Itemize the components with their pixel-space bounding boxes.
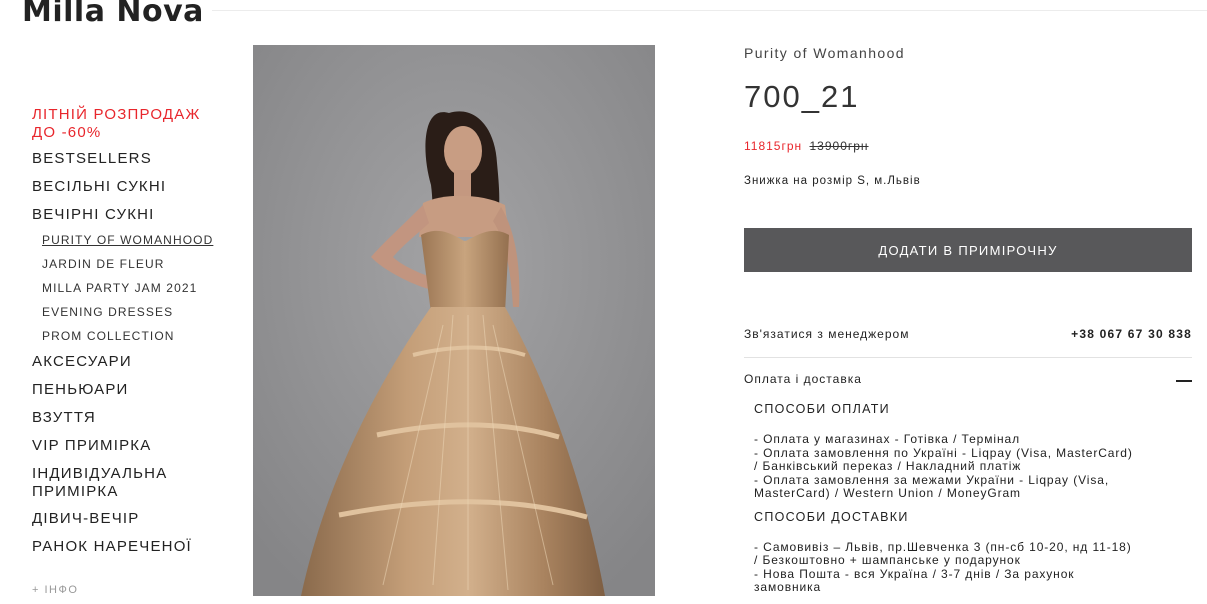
sidebar-subitem-prom-collection[interactable]: PROM COLLECTION: [42, 329, 232, 343]
delivery-methods-text: - Самовивіз – Львів, пр.Шевченка 3 (пн-с…: [754, 539, 1132, 594]
payment-delivery-accordion-header[interactable]: Оплата і доставка: [744, 372, 1192, 386]
sidebar-subitem-purity-of-womanhood[interactable]: PURITY OF WOMANHOOD: [42, 233, 232, 247]
sidebar-subitem-evening-collection[interactable]: EVENING DRESSES: [42, 305, 232, 319]
accordion-title: Оплата і доставка: [744, 372, 862, 386]
discount-note: Знижка на розмір S, м.Львів: [744, 175, 921, 187]
header-divider: [212, 10, 1207, 11]
product-model-title: 700_21: [744, 79, 860, 114]
payment-methods-text: - Оплата у магазинах - Готівка / Терміна…: [754, 432, 1133, 500]
sidebar-item-wedding-dresses[interactable]: ВЕСІЛЬНІ СУКНІ: [32, 178, 232, 196]
sidebar-item-evening-dresses[interactable]: ВЕЧІРНІ СУКНІ: [32, 206, 232, 224]
delivery-methods-heading: СПОСОБИ ДОСТАВКИ: [754, 509, 909, 524]
sidebar-item-individual-fitting[interactable]: ІНДИВІДУАЛЬНА ПРИМІРКА: [32, 465, 192, 501]
contact-manager-row[interactable]: Зв'язатися з менеджером +38 067 67 30 83…: [744, 327, 1192, 341]
phone-number[interactable]: +38 067 67 30 838: [1071, 327, 1192, 341]
add-to-fitting-button[interactable]: ДОДАТИ В ПРИМІРОЧНУ: [744, 228, 1192, 272]
sidebar-subitem-milla-party-jam[interactable]: MILLA PARTY JAM 2021: [42, 281, 232, 295]
brand-logo[interactable]: Milla Nova: [22, 0, 204, 29]
sidebar-item-summer-sale[interactable]: ЛІТНІЙ РОЗПРОДАЖ ДО -60%: [32, 106, 212, 142]
collection-name[interactable]: Purity of Womanhood: [744, 45, 1192, 61]
contact-manager-label[interactable]: Зв'язатися з менеджером: [744, 327, 909, 341]
sidebar-item-shoes[interactable]: ВЗУТТЯ: [32, 409, 232, 427]
payment-methods-heading: СПОСОБИ ОПЛАТИ: [754, 402, 890, 416]
divider: [744, 357, 1192, 358]
sidebar-item-accessories[interactable]: АКСЕСУАРИ: [32, 353, 232, 371]
info-toggle-link[interactable]: + ІНФО: [32, 584, 78, 596]
dress-illustration: [253, 45, 655, 596]
sidebar-item-vip-fitting[interactable]: VIP ПРИМІРКА: [32, 437, 232, 455]
sidebar-subitem-jardin-de-fleur[interactable]: JARDIN DE FLEUR: [42, 257, 232, 271]
sidebar-item-bride-morning[interactable]: РАНОК НАРЕЧЕНОЇ: [32, 538, 232, 556]
product-details: Purity of Womanhood 700_21 11815грн 1390…: [744, 45, 1192, 594]
payment-delivery-accordion-body: СПОСОБИ ОПЛАТИ - Оплата у магазинах - Го…: [754, 402, 1192, 604]
sidebar-item-peignoirs[interactable]: ПЕНЬЮАРИ: [32, 381, 232, 399]
sale-price: 11815грн: [744, 139, 803, 153]
sidebar-item-bestsellers[interactable]: BESTSELLERS: [32, 150, 232, 168]
product-photo[interactable]: [253, 45, 655, 596]
original-price: 13900грн: [809, 139, 869, 153]
collapse-icon[interactable]: [1176, 380, 1192, 382]
price-row: 11815грн 13900грн: [744, 139, 869, 153]
sidebar-nav: ЛІТНІЙ РОЗПРОДАЖ ДО -60% BESTSELLERS ВЕС…: [32, 106, 232, 598]
sidebar-item-bachelorette[interactable]: ДІВИЧ-ВЕЧІР: [32, 510, 232, 528]
